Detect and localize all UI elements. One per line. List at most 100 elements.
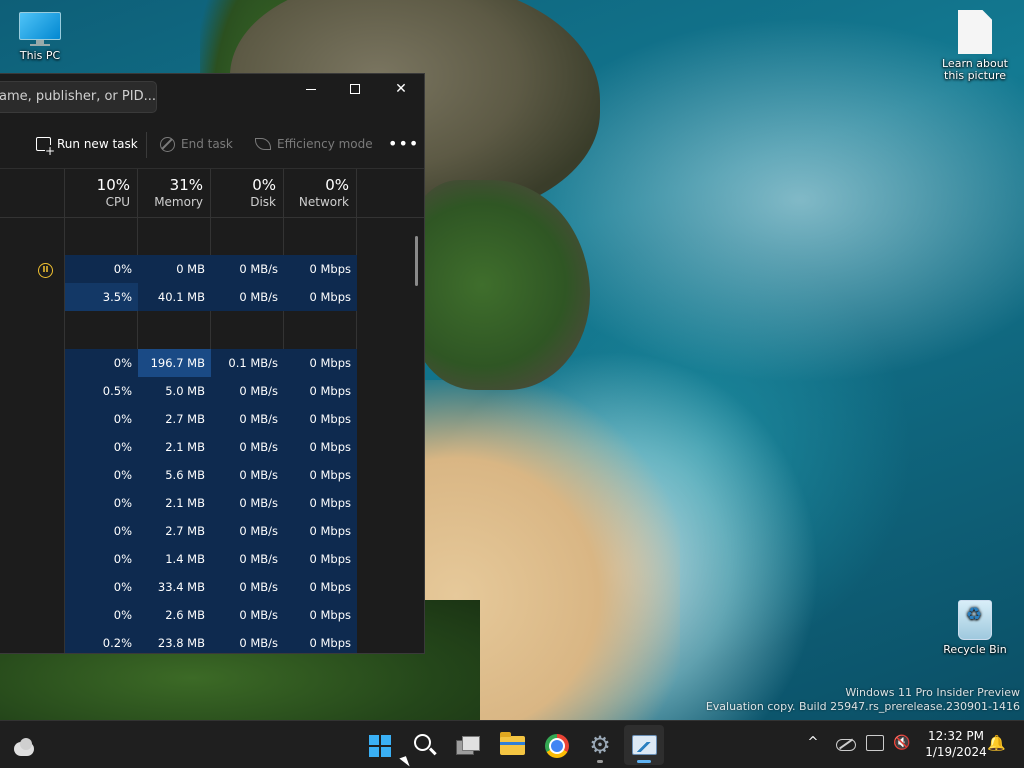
column-header-disk[interactable]: 0% Disk: [211, 169, 283, 217]
task-view-icon: [456, 736, 480, 755]
widgets-button[interactable]: [2, 725, 42, 765]
search-icon: [414, 734, 431, 751]
efficiency-mode-button[interactable]: Efficiency mode: [255, 133, 373, 155]
onedrive-offline-icon[interactable]: [836, 737, 856, 751]
table-row[interactable]: 0% 5.6 MB 0 MB/s 0 Mbps: [65, 461, 357, 489]
table-row[interactable]: 0% 33.4 MB 0 MB/s 0 Mbps: [65, 573, 357, 601]
disk-cell: 0 MB/s: [211, 377, 284, 405]
memory-cell: 2.6 MB: [138, 601, 211, 629]
network-cell: 0 Mbps: [284, 489, 357, 517]
table-row[interactable]: 0% 2.7 MB 0 MB/s 0 Mbps: [65, 517, 357, 545]
desktop-icon-this-pc[interactable]: This PC: [0, 12, 80, 62]
memory-cell: 40.1 MB: [138, 283, 211, 311]
table-row[interactable]: 0.2% 23.8 MB 0 MB/s 0 Mbps: [65, 629, 357, 653]
network-cell: 0 Mbps: [284, 573, 357, 601]
maximize-button[interactable]: [332, 74, 378, 104]
table-row[interactable]: 0% 0 MB 0 MB/s 0 Mbps: [65, 255, 357, 283]
volume-muted-icon[interactable]: 🔇: [893, 735, 911, 751]
maximize-icon: [350, 84, 360, 94]
desktop-icon-recycle-bin[interactable]: Recycle Bin: [935, 600, 1015, 656]
end-task-icon: [160, 136, 175, 152]
disk-cell: 0 MB/s: [211, 433, 284, 461]
column-header-divider: [0, 217, 424, 218]
watermark-line2: Evaluation copy. Build 25947.rs_prerelea…: [705, 700, 1020, 713]
active-indicator: [637, 760, 651, 763]
vertical-scrollbar[interactable]: [415, 236, 418, 286]
task-manager-window[interactable]: ame, publisher, or PID... ✕ Run new task…: [0, 73, 425, 654]
table-row[interactable]: 0% 2.6 MB 0 MB/s 0 Mbps: [65, 601, 357, 629]
cpu-cell: 0.2%: [65, 629, 138, 653]
close-button[interactable]: ✕: [378, 74, 424, 104]
cpu-cell: 0.5%: [65, 377, 138, 405]
search-button[interactable]: [404, 725, 444, 765]
memory-cell: 23.8 MB: [138, 629, 211, 653]
memory-cell: 5.0 MB: [138, 377, 211, 405]
minimize-button[interactable]: [288, 74, 334, 104]
cpu-cell: 0%: [65, 545, 138, 573]
show-hidden-icons-button[interactable]: ^: [805, 735, 821, 751]
network-icon[interactable]: [866, 735, 884, 751]
table-row[interactable]: 0% 1.4 MB 0 MB/s 0 Mbps: [65, 545, 357, 573]
network-cell: 0 Mbps: [284, 349, 357, 377]
column-header-network[interactable]: 0% Network: [284, 169, 356, 217]
run-new-task-label: Run new task: [57, 137, 138, 151]
search-input[interactable]: ame, publisher, or PID...: [0, 81, 157, 113]
close-icon: ✕: [395, 81, 407, 97]
network-cell: 0 Mbps: [284, 433, 357, 461]
network-cell: 0 Mbps: [284, 461, 357, 489]
cpu-cell: 3.5%: [65, 283, 138, 311]
disk-cell: 0 MB/s: [211, 283, 284, 311]
cpu-cell: 0%: [65, 601, 138, 629]
network-total: 0%: [325, 176, 349, 194]
settings-button[interactable]: ⚙: [580, 725, 620, 765]
network-cell: 0 Mbps: [284, 517, 357, 545]
cpu-cell: 0%: [65, 255, 138, 283]
task-view-button[interactable]: [448, 725, 488, 765]
more-options-button[interactable]: •••: [388, 133, 419, 155]
memory-cell: 1.4 MB: [138, 545, 211, 573]
toolbar-divider: [146, 132, 147, 158]
table-row[interactable]: 0% 196.7 MB 0.1 MB/s 0 Mbps: [65, 349, 357, 377]
minimize-icon: [306, 88, 316, 90]
disk-cell: 0 MB/s: [211, 517, 284, 545]
running-indicator: [597, 760, 603, 763]
cpu-cell: 0%: [65, 573, 138, 601]
column-header-cpu[interactable]: 10% CPU: [65, 169, 137, 217]
end-task-label: End task: [181, 137, 233, 151]
clock[interactable]: 12:32 PM 1/19/2024: [918, 728, 994, 768]
memory-cell: 2.1 MB: [138, 489, 211, 517]
command-bar: Run new task End task Efficiency mode ••…: [0, 124, 424, 164]
cpu-cell: 0%: [65, 517, 138, 545]
recycle-bin-icon: [958, 600, 992, 640]
windows-logo-icon: [369, 735, 391, 757]
desktop-icon-learn-about-picture[interactable]: Learn about this picture: [935, 10, 1015, 82]
table-row[interactable]: 0% 2.7 MB 0 MB/s 0 Mbps: [65, 405, 357, 433]
chrome-button[interactable]: [536, 725, 576, 765]
memory-cell: 33.4 MB: [138, 573, 211, 601]
run-new-task-button[interactable]: Run new task: [36, 133, 138, 157]
end-task-button[interactable]: End task: [160, 133, 233, 155]
memory-cell: 2.1 MB: [138, 433, 211, 461]
network-label: Network: [298, 195, 349, 209]
wallpaper-cliff-lower: [410, 180, 590, 390]
table-row[interactable]: 0% 2.1 MB 0 MB/s 0 Mbps: [65, 489, 357, 517]
column-header-memory[interactable]: 31% Memory: [138, 169, 210, 217]
memory-cell: 2.7 MB: [138, 517, 211, 545]
disk-cell: 0 MB/s: [211, 601, 284, 629]
title-bar[interactable]: ame, publisher, or PID... ✕: [0, 74, 424, 120]
notification-bell-icon[interactable]: 🔔: [987, 734, 1006, 752]
table-row[interactable]: 3.5% 40.1 MB 0 MB/s 0 Mbps: [65, 283, 357, 311]
task-manager-icon: [632, 735, 657, 755]
disk-cell: 0 MB/s: [211, 461, 284, 489]
cpu-cell: 0%: [65, 461, 138, 489]
file-explorer-button[interactable]: [492, 725, 532, 765]
memory-total: 31%: [169, 176, 203, 194]
network-cell: 0 Mbps: [284, 283, 357, 311]
table-row[interactable]: 0% 2.1 MB 0 MB/s 0 Mbps: [65, 433, 357, 461]
table-row[interactable]: 0.5% 5.0 MB 0 MB/s 0 Mbps: [65, 377, 357, 405]
memory-cell: 2.7 MB: [138, 405, 211, 433]
task-manager-taskbar-button[interactable]: [624, 725, 664, 765]
desktop-icon-label: Learn about this picture: [942, 57, 1008, 82]
cpu-cell: 0%: [65, 433, 138, 461]
start-button[interactable]: [359, 725, 399, 765]
